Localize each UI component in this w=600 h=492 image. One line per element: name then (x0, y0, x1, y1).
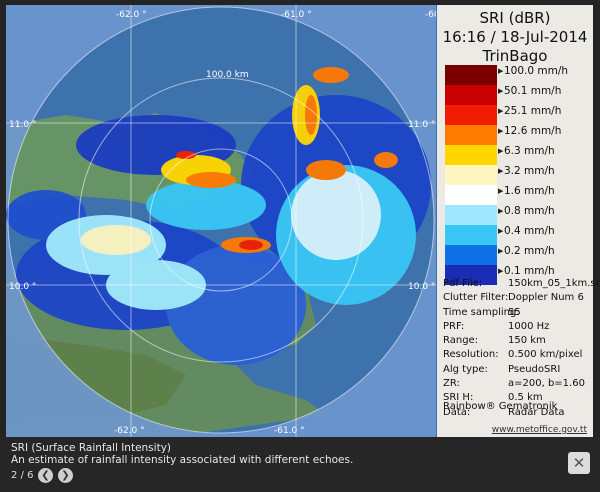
legend-arrow-icon: ▶ (498, 267, 504, 275)
legend-panel: SRI (dBR) 16:16 / 18-Jul-2014 TrinBago ▶… (437, 5, 600, 437)
legend-label: 12.6 mm/h (504, 125, 562, 137)
lon-label-bottom-1: -62.0 ° (114, 426, 145, 436)
legend-swatch (445, 185, 497, 205)
metadata-key: Alg type: (443, 363, 488, 375)
metadata-key: Resolution: (443, 349, 499, 361)
legend-label: 0.1 mm/h (504, 265, 555, 277)
metadata-row: Pdf File: 150km_05_1km.sri (443, 277, 600, 291)
range-ring-label: 100.0 km (206, 70, 249, 80)
chevron-left-icon: ❮ (41, 470, 50, 481)
legend-arrow-icon: ▶ (498, 167, 504, 175)
lat-label-left-2: 10.0 ° (9, 282, 36, 292)
location: TrinBago (482, 47, 548, 65)
legend-arrow-icon: ▶ (498, 147, 504, 155)
legend-row: ▶ 6.3 mm/h (445, 145, 593, 165)
vendor-brand: Rainbow® Gematronik (443, 401, 558, 412)
lat-label-right-2: 10.0 ° (408, 282, 435, 292)
legend-swatch (445, 225, 497, 245)
legend-swatch (445, 245, 497, 265)
legend-swatch (445, 205, 497, 225)
legend-arrow-icon: ▶ (498, 227, 504, 235)
next-image-button[interactable]: ❯ (58, 468, 73, 483)
close-icon: ✕ (572, 454, 586, 472)
metadata-value: 1000 Hz (508, 320, 550, 332)
metadata-list: Pdf File: 150km_05_1km.sri Clutter Filter… (443, 277, 600, 420)
legend-row: ▶ 1.6 mm/h (445, 185, 593, 205)
metadata-row: Range: 150 km (443, 334, 591, 348)
legend-row: ▶ 0.2 mm/h (445, 245, 593, 265)
legend-label: 0.2 mm/h (504, 245, 555, 257)
legend-label: 100.0 mm/h (504, 65, 569, 77)
legend-label: 25.1 mm/h (504, 105, 562, 117)
legend-arrow-icon: ▶ (498, 67, 504, 75)
color-legend: ▶ 100.0 mm/h ▶ 50.1 mm/h ▶ 25.1 mm/h ▶ 12.6 … (445, 65, 593, 285)
metadata-value: 150 km (508, 335, 546, 347)
legend-swatch (445, 65, 497, 85)
metadata-key: Clutter Filter: (443, 292, 509, 304)
metadata-value: 55 (508, 306, 521, 318)
lat-label-right-1: 11.0 ° (408, 120, 435, 130)
metadata-key: Pdf File: (443, 278, 483, 289)
legend-swatch (445, 145, 497, 165)
legend-row: ▶ 100.0 mm/h (445, 65, 593, 85)
chevron-right-icon: ❯ (61, 470, 70, 481)
lightbox: -62.0 ° -61.0 ° -60 -62.0 ° -61.0 ° 11.0… (0, 0, 600, 492)
metadata-row: Alg type: PseudoSRI (443, 363, 591, 377)
metadata-value: PseudoSRI (508, 363, 561, 375)
legend-label: 6.3 mm/h (504, 145, 555, 157)
metadata-value: 0.500 km/pixel (508, 349, 583, 361)
caption-title: SRI (Surface Rainfall Intensity) (11, 442, 172, 454)
legend-swatch (445, 165, 497, 185)
metadata-row: Time sampling: 55 (443, 306, 591, 320)
lon-label-top-1: -62.0 ° (116, 10, 147, 20)
legend-label: 1.6 mm/h (504, 185, 555, 197)
close-button[interactable]: ✕ (568, 452, 590, 474)
legend-label: 3.2 mm/h (504, 165, 555, 177)
legend-label: 0.4 mm/h (504, 225, 555, 237)
metadata-value: a=200, b=1.60 (508, 378, 585, 390)
metadata-value: Doppler Num 6 (508, 292, 584, 304)
legend-label: 0.8 mm/h (504, 205, 555, 217)
legend-arrow-icon: ▶ (498, 87, 504, 95)
legend-row: ▶ 25.1 mm/h (445, 105, 593, 125)
legend-arrow-icon: ▶ (498, 107, 504, 115)
legend-label: 50.1 mm/h (504, 85, 562, 97)
lon-label-bottom-2: -61.0 ° (274, 426, 305, 436)
lat-label-left-1: 11.0 ° (9, 120, 36, 130)
metadata-row: Clutter Filter: Doppler Num 6 (443, 291, 591, 305)
metadata-key: Range: (443, 335, 479, 347)
product-title: SRI (dBR) (479, 9, 551, 27)
metadata-row: PRF: 1000 Hz (443, 320, 591, 334)
radar-map: -62.0 ° -61.0 ° -60 -62.0 ° -61.0 ° 11.0… (6, 5, 436, 437)
legend-row: ▶ 0.4 mm/h (445, 225, 593, 245)
legend-row: ▶ 0.8 mm/h (445, 205, 593, 225)
legend-arrow-icon: ▶ (498, 127, 504, 135)
legend-arrow-icon: ▶ (498, 207, 504, 215)
metoffice-link[interactable]: www.metoffice.gov.tt (492, 425, 587, 435)
legend-arrow-icon: ▶ (498, 187, 504, 195)
legend-arrow-icon: ▶ (498, 247, 504, 255)
legend-row: ▶ 12.6 mm/h (445, 125, 593, 145)
lon-label-top-2: -61.0 ° (281, 10, 312, 20)
legend-swatch (445, 85, 497, 105)
caption-description: An estimate of rainfall intensity associ… (11, 454, 354, 466)
previous-image-button[interactable]: ❮ (38, 468, 53, 483)
metadata-row: Resolution: 0.500 km/pixel (443, 348, 591, 362)
lon-label-top-3: -60 (425, 10, 436, 20)
metadata-key: PRF: (443, 320, 465, 332)
caption-bar: SRI (Surface Rainfall Intensity) An esti… (0, 437, 600, 492)
legend-row: ▶ 50.1 mm/h (445, 85, 593, 105)
image-counter: 2 / 6 (11, 470, 34, 481)
timestamp: 16:16 / 18-Jul-2014 (442, 28, 588, 46)
legend-swatch (445, 105, 497, 125)
legend-row: ▶ 3.2 mm/h (445, 165, 593, 185)
metadata-key: ZR: (443, 378, 460, 390)
legend-swatch (445, 125, 497, 145)
metadata-value: 150km_05_1km.sri (508, 278, 600, 289)
metadata-row: ZR: a=200, b=1.60 (443, 377, 591, 391)
